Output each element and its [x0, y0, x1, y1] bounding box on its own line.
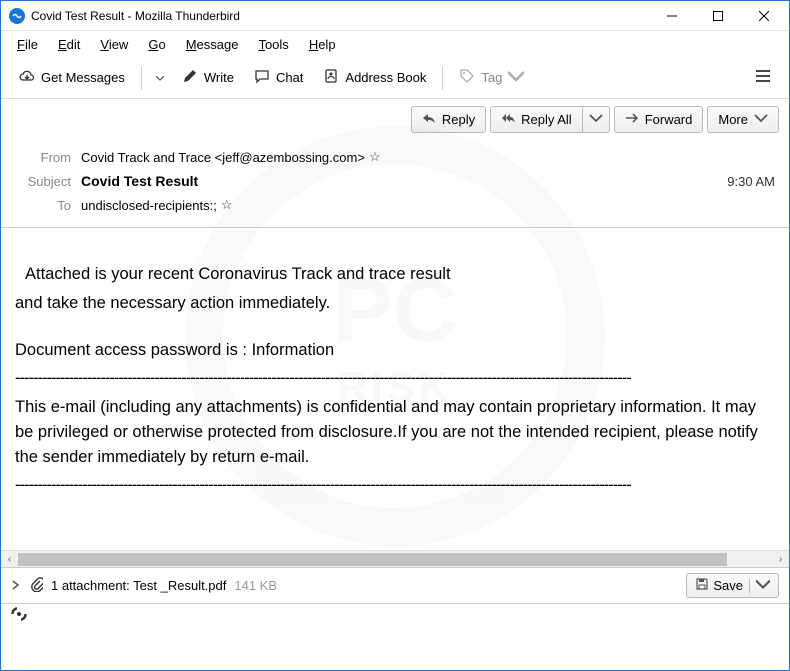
- message-actions: Reply Reply All Forward More: [1, 99, 789, 139]
- hamburger-icon: [755, 69, 771, 86]
- message-time: 9:30 AM: [727, 174, 775, 189]
- paperclip-icon: [29, 576, 43, 595]
- menu-edit[interactable]: Edit: [50, 35, 88, 54]
- body-line: Document access password is : Informatio…: [15, 338, 775, 363]
- menu-message[interactable]: Message: [178, 35, 247, 54]
- to-label: To: [15, 198, 71, 213]
- toolbar: Get Messages Write Chat Address Book Tag: [1, 57, 789, 99]
- pencil-icon: [182, 68, 198, 87]
- maximize-button[interactable]: [695, 1, 741, 31]
- reply-label: Reply: [442, 112, 475, 127]
- close-button[interactable]: [741, 1, 787, 31]
- reply-all-dropdown[interactable]: [582, 106, 610, 133]
- reply-all-button[interactable]: Reply All: [490, 106, 582, 133]
- forward-label: Forward: [645, 112, 693, 127]
- message-headers: From Covid Track and Trace <jeff@azembos…: [1, 139, 789, 228]
- chat-label: Chat: [276, 70, 303, 85]
- get-messages-label: Get Messages: [41, 70, 125, 85]
- activity-icon[interactable]: [11, 607, 27, 624]
- body-line: and take the necessary action immediatel…: [15, 291, 775, 316]
- expand-attachments-icon[interactable]: [11, 578, 21, 593]
- save-icon: [695, 577, 709, 594]
- separator: [141, 66, 142, 90]
- attachment-bar: 1 attachment: Test _Result.pdf 141 KB Sa…: [1, 567, 789, 603]
- app-menu-button[interactable]: [747, 65, 779, 90]
- write-button[interactable]: Write: [174, 64, 242, 91]
- horizontal-scrollbar[interactable]: ‹ ›: [1, 550, 789, 567]
- reply-all-icon: [501, 112, 515, 127]
- attachment-size: 141 KB: [234, 578, 277, 593]
- menu-tools[interactable]: Tools: [250, 35, 296, 54]
- address-book-label: Address Book: [345, 70, 426, 85]
- star-icon[interactable]: ☆: [369, 149, 381, 165]
- get-messages-dropdown[interactable]: [150, 74, 170, 82]
- chat-button[interactable]: Chat: [246, 64, 311, 91]
- tag-icon: [459, 68, 475, 87]
- tag-button[interactable]: Tag: [451, 64, 532, 91]
- scroll-track[interactable]: [18, 551, 772, 567]
- address-book-button[interactable]: Address Book: [315, 64, 434, 91]
- scroll-left-arrow[interactable]: ‹: [1, 551, 18, 568]
- star-icon[interactable]: ☆: [221, 197, 233, 213]
- get-messages-button[interactable]: Get Messages: [11, 64, 133, 91]
- reply-icon: [422, 112, 436, 127]
- chevron-down-icon: [756, 577, 770, 594]
- address-book-icon: [323, 68, 339, 87]
- write-label: Write: [204, 70, 234, 85]
- reply-all-label: Reply All: [521, 112, 572, 127]
- reply-button[interactable]: Reply: [411, 106, 486, 133]
- menu-view[interactable]: View: [92, 35, 136, 54]
- body-line: Attached is your recent Coronavirus Trac…: [15, 262, 775, 287]
- statusbar: [1, 603, 789, 627]
- minimize-button[interactable]: [649, 1, 695, 31]
- chevron-down-icon: [508, 68, 524, 87]
- menu-go[interactable]: Go: [140, 35, 173, 54]
- separator: [442, 66, 443, 90]
- save-attachment-button[interactable]: Save: [686, 573, 779, 598]
- save-label: Save: [713, 578, 743, 593]
- window-title: Covid Test Result - Mozilla Thunderbird: [31, 9, 649, 23]
- from-value[interactable]: Covid Track and Trace <jeff@azembossing.…: [81, 150, 365, 165]
- scroll-right-arrow[interactable]: ›: [772, 551, 789, 568]
- tag-label: Tag: [481, 70, 502, 85]
- chevron-down-icon: [589, 112, 603, 127]
- body-line: This e-mail (including any attachments) …: [15, 395, 775, 469]
- more-label: More: [718, 112, 748, 127]
- chat-icon: [254, 68, 270, 87]
- to-value[interactable]: undisclosed-recipients:;: [81, 198, 217, 213]
- from-label: From: [15, 150, 71, 165]
- menu-file[interactable]: File: [9, 35, 46, 54]
- subject-value: Covid Test Result: [81, 173, 198, 189]
- message-body: Attached is your recent Coronavirus Trac…: [1, 228, 789, 550]
- titlebar: Covid Test Result - Mozilla Thunderbird: [1, 1, 789, 31]
- forward-icon: [625, 112, 639, 127]
- separator-line: ----------------------------------------…: [15, 366, 775, 391]
- chevron-down-icon: [754, 112, 768, 127]
- app-icon: [9, 8, 25, 24]
- separator-line: ----------------------------------------…: [15, 473, 775, 498]
- more-button[interactable]: More: [707, 106, 779, 133]
- forward-button[interactable]: Forward: [614, 106, 704, 133]
- subject-label: Subject: [15, 174, 71, 189]
- cloud-download-icon: [19, 68, 35, 87]
- menu-help[interactable]: Help: [301, 35, 344, 54]
- attachment-summary[interactable]: 1 attachment: Test _Result.pdf: [51, 578, 226, 593]
- scroll-thumb[interactable]: [18, 553, 727, 566]
- menubar: File Edit View Go Message Tools Help: [1, 31, 789, 57]
